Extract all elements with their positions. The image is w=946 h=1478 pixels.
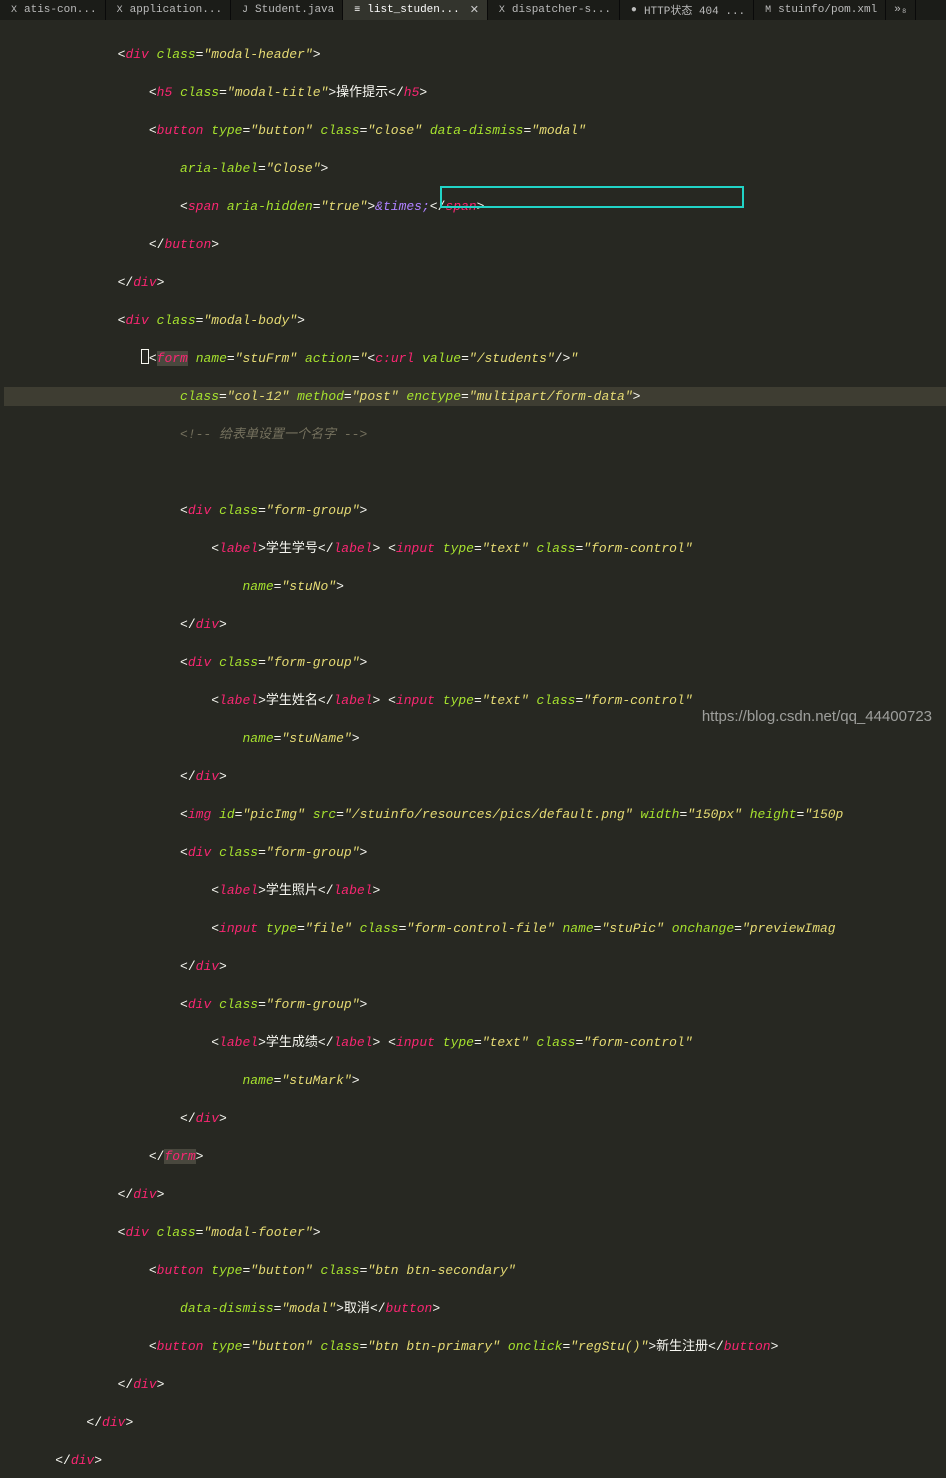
tab-0[interactable]: Xatis-con... (0, 0, 106, 20)
tab-overflow[interactable]: »₈ (886, 0, 916, 20)
editor-tabs: Xatis-con... Xapplication... JStudent.ja… (0, 0, 946, 20)
tab-4[interactable]: Xdispatcher-s... (488, 0, 620, 20)
tab-3[interactable]: ≡list_studen...✕ (343, 0, 488, 20)
tab-5[interactable]: ●HTTP状态 404 ... (620, 0, 754, 20)
xml-icon: X (114, 4, 126, 16)
xml-icon: X (496, 4, 508, 16)
tab-6[interactable]: Mstuinfo/pom.xml (754, 0, 886, 20)
xml-icon: X (8, 4, 20, 16)
cursor (141, 349, 149, 364)
tab-2[interactable]: JStudent.java (231, 0, 343, 20)
web-icon: ● (628, 4, 640, 16)
maven-icon: M (762, 4, 774, 16)
watermark: https://blog.csdn.net/qq_44400723 (702, 708, 932, 725)
tab-1[interactable]: Xapplication... (106, 0, 231, 20)
close-icon[interactable]: ✕ (470, 3, 479, 17)
code-editor[interactable]: <div class="modal-header"> <h5 class="mo… (0, 20, 946, 1478)
java-icon: J (239, 4, 251, 16)
jsp-icon: ≡ (351, 4, 363, 16)
